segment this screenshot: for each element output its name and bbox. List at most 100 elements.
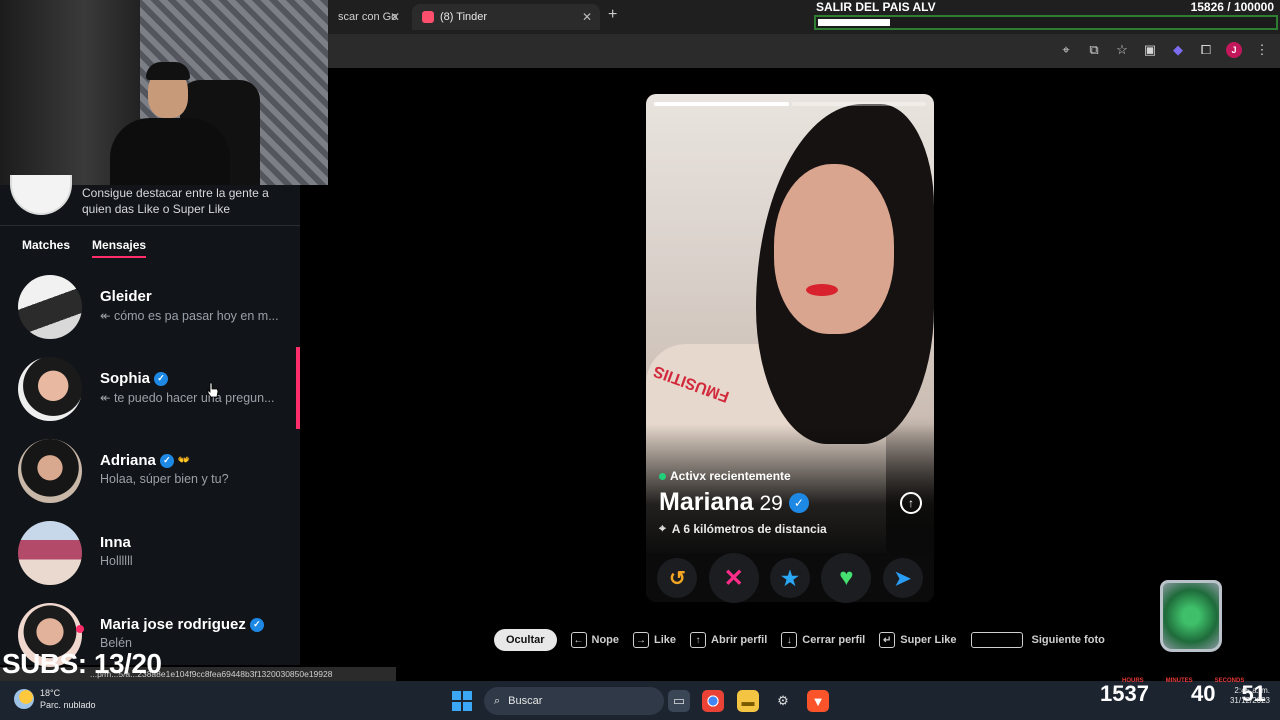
timer-label: HOURS bbox=[1122, 678, 1144, 684]
timer-label: MINUTES bbox=[1165, 678, 1193, 684]
taskbar: 18°C Parc. nublado ⌕ Buscar ▭ ▬ ⚙ ▼ 1537… bbox=[0, 681, 1280, 720]
list-item[interactable]: Inna Hollllll bbox=[0, 517, 300, 599]
sidebar: Consigue destacar entre la gente a quien… bbox=[0, 175, 300, 667]
tab-label: scar con Go bbox=[338, 11, 398, 23]
list-item[interactable]: Adriana ✓ 👐 Holaa, súper bien y tu? bbox=[0, 435, 300, 517]
shortcut-like: → Like bbox=[633, 632, 676, 648]
profile-name-line: Mariana 29 ✓ bbox=[659, 488, 809, 517]
online-dot bbox=[659, 472, 666, 480]
close-icon[interactable]: ✕ bbox=[582, 10, 592, 24]
goal-progress-fill bbox=[818, 19, 891, 26]
start-button[interactable] bbox=[452, 691, 472, 711]
divider bbox=[0, 225, 300, 226]
file-explorer-icon[interactable]: ▬ bbox=[737, 690, 759, 712]
weather-widget[interactable]: 18°C Parc. nublado bbox=[14, 687, 96, 711]
new-tab-button[interactable]: + bbox=[608, 6, 617, 24]
sidebar-tabs: Matches Mensajes bbox=[22, 238, 147, 258]
ai-extension-icon[interactable]: ◆ bbox=[1170, 42, 1186, 58]
search-placeholder: Buscar bbox=[508, 695, 543, 707]
clock-time[interactable]: 2:45 a. m. bbox=[1230, 686, 1270, 696]
tab-tinder[interactable]: (8) Tinder ✕ bbox=[412, 4, 600, 30]
up-arrow-key-icon: ↑ bbox=[690, 632, 707, 648]
chrome-icon[interactable] bbox=[702, 690, 724, 712]
profile-avatar[interactable]: J bbox=[1226, 42, 1242, 58]
distance: ⌖ A 6 kilómetros de distancia bbox=[659, 521, 827, 536]
list-item[interactable]: Gleider ↞ cómo es pa pasar hoy en m... bbox=[0, 271, 300, 353]
chevron-up-icon[interactable]: ⌃ bbox=[1112, 691, 1120, 702]
contact-name: Inna bbox=[100, 534, 131, 551]
super-like-button[interactable]: ★ bbox=[769, 558, 810, 598]
partly-cloudy-icon bbox=[14, 689, 34, 709]
goal-count: 15826 / 100000 bbox=[1190, 0, 1274, 14]
message-preview: Holaa, súper bien y tu? bbox=[100, 472, 229, 486]
unread-dot bbox=[76, 625, 84, 633]
open-profile-button[interactable]: ↑ bbox=[900, 492, 922, 514]
photo-progress bbox=[654, 102, 926, 106]
tab-messages[interactable]: Mensajes bbox=[92, 238, 147, 258]
profile-card[interactable]: FMUSITIIS Activx recientemente Mariana 2… bbox=[646, 94, 934, 602]
timer-label: SECONDS bbox=[1214, 678, 1245, 684]
photo-lips bbox=[806, 284, 838, 296]
photo-progress-segment[interactable] bbox=[791, 102, 926, 106]
verified-icon: ✓ bbox=[159, 453, 174, 468]
close-icon[interactable]: ✕ bbox=[390, 10, 400, 24]
avatar bbox=[18, 357, 82, 421]
left-arrow-key-icon: ← bbox=[570, 632, 587, 648]
menu-icon[interactable]: ⋮ bbox=[1254, 42, 1270, 58]
tab-search[interactable]: scar con Go ✕ bbox=[328, 4, 408, 30]
location-pin-icon: ⌖ bbox=[659, 521, 666, 535]
photo-progress-segment[interactable] bbox=[654, 102, 789, 106]
screenshot-icon[interactable]: ▣ bbox=[1142, 42, 1158, 58]
shortcut-close-profile: ↓ Cerrar perfil bbox=[781, 632, 865, 648]
settings-icon[interactable]: ⚙ bbox=[772, 690, 794, 712]
search-icon: ⌕ bbox=[494, 694, 501, 707]
down-arrow-key-icon: ↓ bbox=[781, 632, 798, 648]
location-icon[interactable]: ⌖ bbox=[1058, 42, 1074, 58]
goal-title: SALIR DEL PAIS ALV bbox=[816, 0, 936, 14]
promo-text: Consigue destacar entre la gente a quien… bbox=[82, 186, 269, 216]
task-view-icon[interactable]: ▭ bbox=[668, 690, 690, 712]
mouse-cursor-icon bbox=[207, 382, 219, 398]
distance-text: A 6 kilómetros de distancia bbox=[671, 521, 827, 536]
webcam-overlay bbox=[0, 0, 328, 185]
list-item[interactable]: Sophia ✓ ↞ te puedo hacer una pregun... bbox=[0, 353, 300, 435]
contact-name: Maria jose rodriguez bbox=[100, 616, 246, 633]
donation-goal: SALIR DEL PAIS ALV 15826 / 100000 bbox=[812, 0, 1280, 32]
clock-date[interactable]: 31/12/2023 bbox=[1230, 696, 1270, 706]
recycle-bin-icon[interactable] bbox=[1160, 580, 1222, 652]
like-button[interactable]: ♥ bbox=[821, 553, 872, 603]
verified-icon: ✓ bbox=[249, 617, 264, 632]
contact-name: Gleider bbox=[100, 288, 152, 305]
shortcut-label: Cerrar perfil bbox=[802, 634, 866, 646]
browser-toolbar: ⌖ ⧉ ☆ ▣ ◆ ⧠ J ⋮ bbox=[328, 34, 1280, 68]
shortcut-label: Nope bbox=[591, 634, 620, 646]
extension-puzzle-icon[interactable]: ⧠ bbox=[1198, 42, 1214, 58]
avatar bbox=[18, 521, 82, 585]
cast-icon[interactable]: ⧉ bbox=[1086, 42, 1102, 58]
hands-emoji-icon: 👐 bbox=[177, 455, 191, 466]
shortcut-label: Abrir perfil bbox=[711, 634, 768, 646]
activity-status: Activx recientemente bbox=[659, 469, 791, 483]
message-preview: ↞ cómo es pa pasar hoy en m... bbox=[100, 309, 279, 323]
timer-labels: HOURS MINUTES SECONDS bbox=[1122, 678, 1244, 684]
contact-name: Sophia bbox=[100, 370, 151, 387]
weather-text: Parc. nublado bbox=[40, 700, 96, 710]
rewind-button[interactable]: ↺ bbox=[657, 558, 698, 598]
photo-face bbox=[774, 164, 894, 334]
enter-key-icon: ↵ bbox=[879, 632, 896, 648]
system-tray: ⌃ 2:45 a. m. 31/12/2023 bbox=[1112, 686, 1270, 706]
right-arrow-key-icon: → bbox=[633, 632, 650, 648]
message-list: Gleider ↞ cómo es pa pasar hoy en m... S… bbox=[0, 271, 300, 681]
boost-button[interactable]: ➤ bbox=[882, 558, 923, 598]
webcam-person-cap bbox=[146, 62, 190, 80]
message-preview: Hollllll bbox=[100, 554, 133, 568]
profile-name: Mariana bbox=[659, 488, 754, 516]
subs-counter: SUBS: 13/20 bbox=[2, 648, 162, 679]
brave-icon[interactable]: ▼ bbox=[807, 690, 829, 712]
taskbar-search[interactable]: ⌕ Buscar bbox=[484, 687, 664, 715]
tab-matches[interactable]: Matches bbox=[22, 238, 70, 258]
verified-icon: ✓ bbox=[154, 371, 169, 386]
nope-button[interactable]: ✕ bbox=[708, 553, 759, 603]
star-icon[interactable]: ☆ bbox=[1114, 42, 1130, 58]
hide-shortcuts-button[interactable]: Ocultar bbox=[494, 629, 557, 651]
